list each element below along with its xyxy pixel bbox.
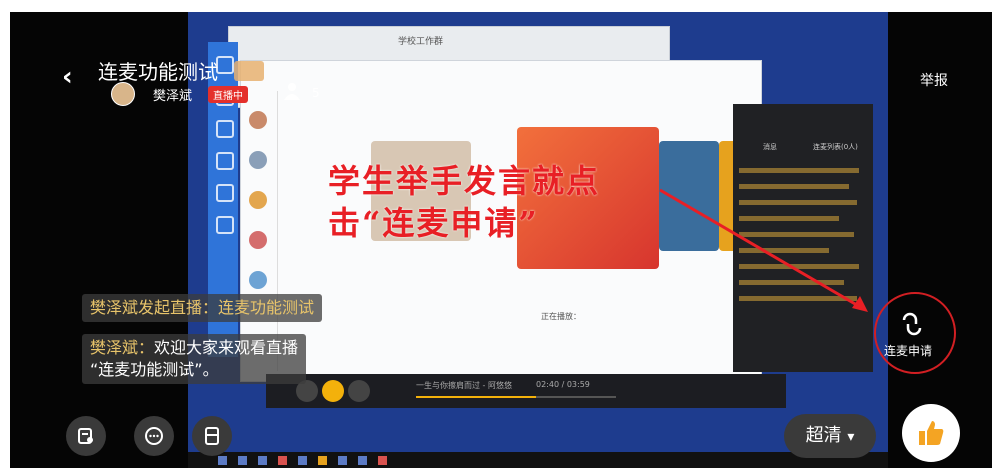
notes-icon[interactable] xyxy=(66,416,106,456)
comment-author: 樊泽斌： xyxy=(90,338,155,357)
chevron-down-icon: ▾ xyxy=(847,429,855,445)
back-arrow-icon[interactable]: ‹ xyxy=(62,62,73,92)
live-status-badge: 直播中 xyxy=(208,86,248,103)
comment-item: 樊泽斌发起直播：连麦功能测试 xyxy=(82,294,323,322)
viewer-count: 5 xyxy=(312,86,320,100)
lianmai-label: 连麦申请 xyxy=(884,344,933,358)
clipboard-icon[interactable] xyxy=(192,416,232,456)
screen-share-stream: 学校工作群 正在播放： 消息 连麦列表(0人) 一生与你擦肩而过 - 阿悠悠 0… xyxy=(188,12,888,468)
comment-text: 欢迎大家来观看直播 xyxy=(154,338,299,357)
comment-text-continued: “连麦功能测试”。 xyxy=(90,360,219,379)
report-button[interactable]: 举报 xyxy=(920,70,948,90)
live-viewer: 学校工作群 正在播放： 消息 连麦列表(0人) 一生与你擦肩而过 - 阿悠悠 0… xyxy=(10,12,992,468)
thumbs-up-icon[interactable] xyxy=(902,404,960,462)
lianmai-icon xyxy=(898,310,926,338)
user-icon xyxy=(284,82,300,105)
title-badge xyxy=(234,61,264,81)
lianmai-request-button[interactable]: 连麦申请 xyxy=(874,292,956,384)
live-title: 连麦功能测试 xyxy=(98,60,218,84)
annotation-arrow xyxy=(659,188,868,312)
comment-text: 连麦功能测试 xyxy=(218,298,315,317)
comment-item: 樊泽斌：欢迎大家来观看直播 “连麦功能测试”。 xyxy=(82,334,307,384)
host-name: 樊泽斌 xyxy=(153,89,193,104)
comment-author: 樊泽斌发起直播： xyxy=(90,298,219,317)
host-avatar[interactable] xyxy=(111,82,135,106)
quality-selector[interactable]: 超清 ▾ xyxy=(784,414,876,458)
chat-icon[interactable] xyxy=(134,416,174,456)
quality-label: 超清 xyxy=(805,425,842,446)
